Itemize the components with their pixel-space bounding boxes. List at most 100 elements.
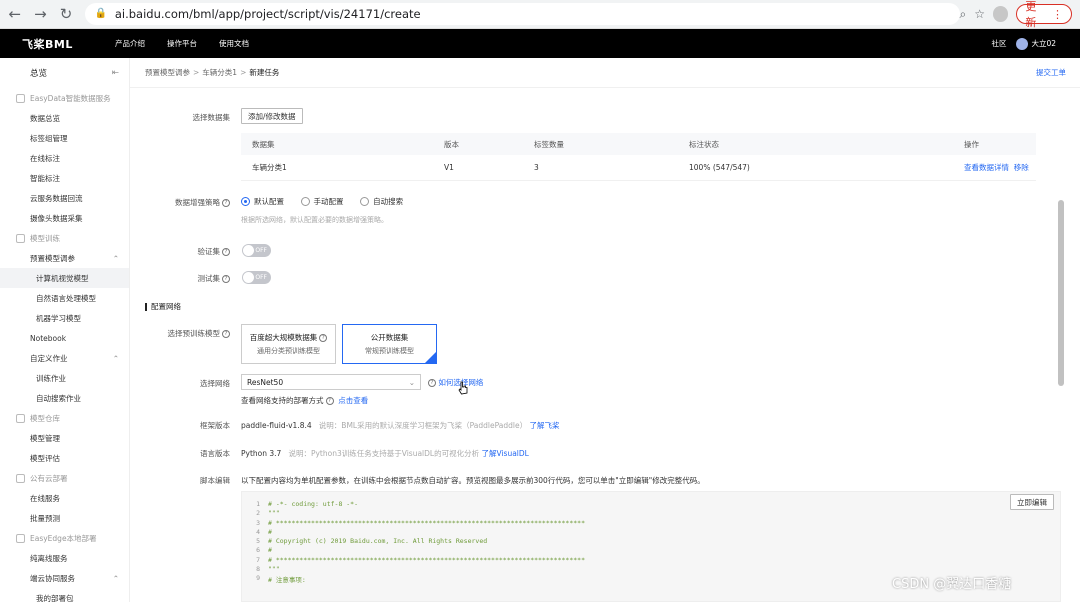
sidebar-item-ml[interactable]: 机器学习模型 <box>0 308 129 328</box>
learn-visualdl-link[interactable]: 了解VisualDL <box>481 449 528 458</box>
address-bar[interactable]: 🔒 ai.baidu.com/bml/app/project/script/vi… <box>84 3 960 25</box>
item-label: 纯离线服务 <box>30 553 68 563</box>
nav-platform[interactable]: 操作平台 <box>167 38 197 49</box>
sidebar-item-model-eval[interactable]: 模型评估 <box>0 448 129 468</box>
zoom-icon[interactable]: ⌕ <box>960 7 967 22</box>
pretrain-card-public[interactable]: 公开数据集 常规预训练模型 <box>342 324 437 364</box>
nav-product-intro[interactable]: 产品介绍 <box>115 38 145 49</box>
help-icon[interactable]: ? <box>222 199 230 207</box>
user-menu[interactable]: 大立02 <box>1016 37 1056 50</box>
radio-manual[interactable]: 手动配置 <box>300 196 344 207</box>
update-button[interactable]: 更新 ⋮ <box>1016 0 1072 29</box>
item-label: 在线标注 <box>30 153 60 163</box>
sidebar-group-cloud: 公有云部署 <box>0 468 129 488</box>
network-help[interactable]: ? 如何选择网络 <box>426 377 483 388</box>
chevron-down-icon: ⌄ <box>408 377 415 387</box>
learn-paddle-link[interactable]: 了解飞桨 <box>529 421 559 430</box>
crumb-project[interactable]: 车辆分类1 <box>202 67 237 78</box>
radio-auto[interactable]: 自动搜索 <box>360 196 403 207</box>
nav-docs[interactable]: 使用文档 <box>219 38 249 49</box>
help-icon[interactable]: ? <box>222 248 230 256</box>
radio-default[interactable]: 默认配置 <box>241 196 284 207</box>
sidebar-item-my-package[interactable]: 我的部署包 <box>0 588 129 602</box>
code-text: """ <box>268 565 280 574</box>
sidebar-item-preset[interactable]: 预置模型调参 ⌃ <box>0 248 129 268</box>
sidebar-item-edge-cloud[interactable]: 端云协同服务 ⌃ <box>0 568 129 588</box>
code-line: 4 # <box>256 527 272 536</box>
card-title: 百度超大规模数据集 <box>249 333 318 342</box>
cloud-icon <box>16 473 25 483</box>
item-label: Notebook <box>30 333 67 343</box>
item-label: 批量预测 <box>30 513 60 523</box>
add-dataset-button[interactable]: 添加/修改数据 <box>241 108 303 124</box>
help-icon[interactable]: ? <box>319 334 328 342</box>
radio-label: 默认配置 <box>254 197 284 206</box>
language-note: 说明：Python3训练任务支持基于VisualDL的可视化分析 <box>288 449 480 458</box>
scrollbar[interactable] <box>1058 200 1064 386</box>
code-line: 3 # *************************************… <box>256 518 585 527</box>
forward-icon[interactable]: → <box>30 3 52 25</box>
help-icon[interactable]: ? <box>222 275 230 283</box>
sidebar-item-cv[interactable]: 计算机视觉模型 <box>0 268 129 288</box>
sidebar-item-train-job[interactable]: 训练作业 <box>0 368 129 388</box>
edit-now-button[interactable]: 立即编辑 <box>1010 494 1054 510</box>
browser-toolbar: ← → ↻ 🔒 ai.baidu.com/bml/app/project/scr… <box>0 0 1080 29</box>
sidebar-item-offline[interactable]: 纯离线服务 <box>0 548 129 568</box>
pretrain-label: 选择预训练模型 <box>167 329 221 338</box>
network-select[interactable]: ResNet50 ⌄ <box>241 374 421 390</box>
validation-toggle[interactable]: OFF <box>242 244 271 257</box>
sidebar-overview[interactable]: 总览 ⇤ <box>0 58 129 88</box>
sidebar-item-data-overview[interactable]: 数据总览 <box>0 108 129 128</box>
sidebar-item-smart-label[interactable]: 智能标注 <box>0 168 129 188</box>
nav-community[interactable]: 社区 <box>991 38 1006 49</box>
th-dataset: 数据集 <box>252 139 275 149</box>
radio-unchecked-icon <box>360 197 370 206</box>
group-label: EasyData智能数据服务 <box>30 93 111 103</box>
item-label: 数据总览 <box>30 113 60 123</box>
check-corner-icon <box>425 352 436 363</box>
validation-label-wrap: 验证集? <box>130 246 230 257</box>
radio-unchecked-icon <box>300 197 310 206</box>
sidebar-item-online-label[interactable]: 在线标注 <box>0 148 129 168</box>
th-version: 版本 <box>444 139 459 149</box>
code-line: 6 # <box>256 546 272 555</box>
framework-note: 说明：BML采用的默认深度学习框架为飞桨（PaddlePaddle） <box>318 421 528 430</box>
star-icon[interactable]: ☆ <box>974 7 985 21</box>
th-actions: 操作 <box>964 139 979 149</box>
sidebar-item-notebook[interactable]: Notebook <box>0 328 129 348</box>
sidebar-group-edge: EasyEdge本地部署 <box>0 528 129 548</box>
crumb-preset[interactable]: 预置模型调参 <box>145 67 190 78</box>
view-detail-link[interactable]: 查看数据详情 <box>964 163 1009 172</box>
sidebar-item-custom[interactable]: 自定义作业 ⌃ <box>0 348 129 368</box>
augment-radio-group: 默认配置 手动配置 自动搜索 <box>241 196 417 208</box>
test-toggle[interactable]: OFF <box>242 271 271 284</box>
back-icon[interactable]: ← <box>4 3 26 25</box>
sidebar-item-nlp[interactable]: 自然语言处理模型 <box>0 288 129 308</box>
sidebar-item-label-groups[interactable]: 标签组管理 <box>0 128 129 148</box>
toggle-state: OFF <box>255 274 267 281</box>
sidebar-item-camera[interactable]: 摄像头数据采集 <box>0 208 129 228</box>
pretrain-card-baidu[interactable]: 百度超大规模数据集? 通用分类预训练模型 <box>241 324 336 364</box>
remove-link[interactable]: 移除 <box>1014 163 1029 172</box>
toggle-state: OFF <box>255 247 267 254</box>
sidebar-item-auto-search[interactable]: 自动搜索作业 <box>0 388 129 408</box>
sidebar-item-model-manage[interactable]: 模型管理 <box>0 428 129 448</box>
sidebar-item-batch[interactable]: 批量预测 <box>0 508 129 528</box>
help-icon[interactable]: ? <box>325 397 334 405</box>
profile-icon[interactable] <box>993 6 1009 22</box>
submit-ticket-link[interactable]: 提交工单 <box>1036 67 1066 78</box>
sidebar-group-training: 模型训练 <box>0 228 129 248</box>
sidebar-item-online-service[interactable]: 在线服务 <box>0 488 129 508</box>
logo[interactable]: 飞桨BML <box>22 36 112 52</box>
table-header: 数据集 版本 标签数量 标注状态 操作 <box>241 133 1036 155</box>
code-text: # **************************************… <box>268 555 585 564</box>
item-label: 在线服务 <box>30 493 60 503</box>
reload-icon[interactable]: ↻ <box>55 3 77 25</box>
hand-cursor-icon <box>458 381 468 395</box>
view-deploy-link[interactable]: 点击查看 <box>338 396 368 405</box>
sidebar-item-cloud-reflow[interactable]: 云服务数据回流 <box>0 188 129 208</box>
help-icon[interactable]: ? <box>222 330 230 338</box>
collapse-icon[interactable]: ⇤ <box>112 68 119 78</box>
group-label: 模型训练 <box>30 233 60 243</box>
app-header: 飞桨BML 产品介绍 操作平台 使用文档 社区 大立02 <box>0 29 1080 58</box>
